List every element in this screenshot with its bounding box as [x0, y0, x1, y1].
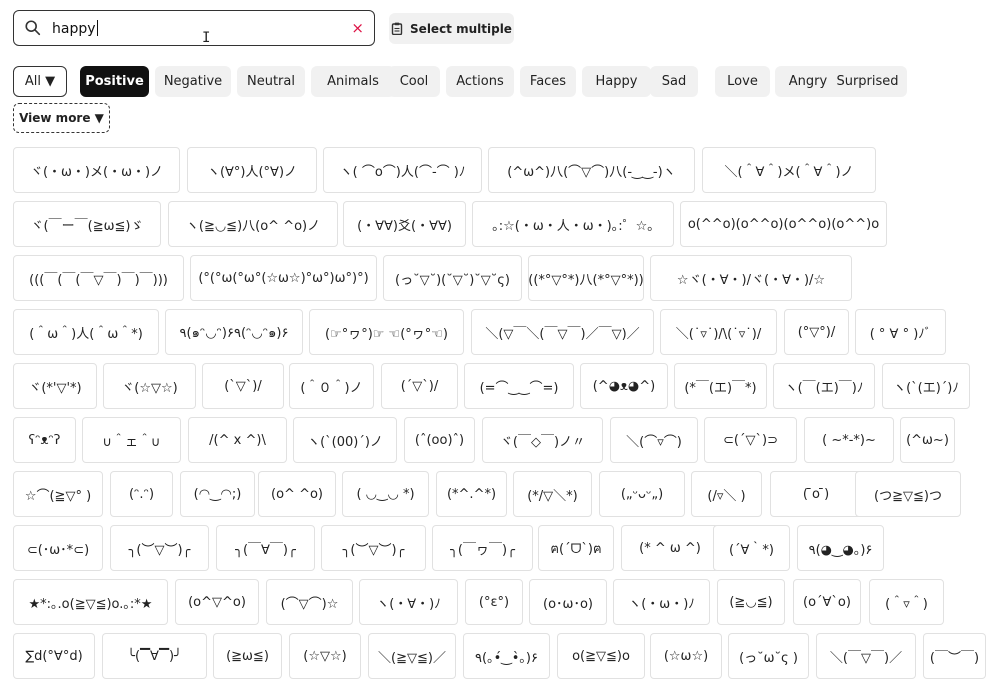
kaomoji-card[interactable]: ฅ(ˊᗜˋ)ฅ [538, 525, 614, 571]
kaomoji-card[interactable]: ＼(＾∀＾)メ(＾∀＾)ノ [702, 147, 876, 193]
kaomoji-card[interactable]: ʕᵔᴥᵔʔ [13, 417, 76, 463]
kaomoji-card[interactable]: (^ω^)八(⌒▽⌒)八(-‿‿-)ヽ [488, 147, 695, 193]
kaomoji-card[interactable]: ヾ(￣ー￣(≧ω≦)ゞ [13, 201, 161, 247]
kaomoji-card[interactable]: (´▽`)/ [381, 363, 458, 409]
kaomoji-card[interactable]: (・∀∀)爻(・∀∀) [343, 201, 466, 247]
kaomoji-card[interactable]: ＼(⌒▿⌒) [610, 417, 698, 463]
kaomoji-card[interactable]: ☆ヾ(・∀・)/ヾ(・∀・)/☆ [650, 255, 852, 301]
kaomoji-card[interactable]: ( ~*-*)~ [804, 417, 894, 463]
kaomoji-card[interactable]: (^ω~) [900, 417, 955, 463]
kaomoji-card[interactable]: ★*:｡.o(≧▽≦)o.｡:*★ [13, 579, 168, 625]
kaomoji-card[interactable]: ( ◡‿◡ *) [342, 471, 429, 517]
kaomoji-card[interactable]: (=⌒‿‿⌒=) [464, 363, 574, 409]
kaomoji-card[interactable]: (＾ω＾)人(＾ω＾*) [13, 309, 159, 355]
kaomoji-card[interactable]: (ˋ▽ˋ)/ [202, 363, 284, 409]
kaomoji-card[interactable]: (*^.^*) [436, 471, 507, 517]
kaomoji-card[interactable]: (⌒▽⌒)☆ [266, 579, 353, 625]
kaomoji-card[interactable]: (o･ω･o) [529, 579, 607, 625]
kaomoji-card[interactable]: (*￣(エ)￣*) [674, 363, 767, 409]
kaomoji-card[interactable]: ＼(￣▽￣)／ [816, 633, 916, 679]
kaomoji-card[interactable]: ヾ(￣◇￣)ノ〃 [482, 417, 603, 463]
kaomoji-card[interactable]: (o^▽^o) [175, 579, 259, 625]
kaomoji-card[interactable]: ｡:☆(・ω・人・ω・)｡:゜☆｡ [472, 201, 674, 247]
kaomoji-card[interactable]: ٩(｡•́‿•̀｡)۶ [463, 633, 550, 679]
kaomoji-card[interactable]: ヽ( ⌒o⌒)人(⌒-⌒ )ﾉ [323, 147, 482, 193]
kaomoji-card[interactable]: ヽ(ˋ(エ)ˊ)ﾉ [882, 363, 970, 409]
kaomoji-card[interactable]: o(≧▽≦)o [557, 633, 645, 679]
kaomoji-card[interactable]: (☞°ヮ°)☞ ☜(°ヮ°☜) [309, 309, 464, 355]
kaomoji-card[interactable]: (☆ω☆) [650, 633, 722, 679]
kaomoji-card[interactable]: (つ≧▽≦)つ [855, 471, 961, 517]
kaomoji-card[interactable]: (o^ ^o) [258, 471, 336, 517]
kaomoji-card[interactable]: („ᵕᴗᵕ„) [599, 471, 685, 517]
kaomoji-card[interactable]: (￣︶￣) [923, 633, 986, 679]
kaomoji-card[interactable]: (≧ω≦) [213, 633, 282, 679]
kaomoji-card[interactable]: /(^ x ^)\ [188, 417, 287, 463]
kaomoji-card[interactable]: (≧◡≦) [717, 579, 785, 625]
kaomoji-card[interactable]: (☆▽☆) [289, 633, 361, 679]
kaomoji-card[interactable]: (っ˘▽˘)(˘▽˘)˘▽˘ς) [383, 255, 522, 301]
kaomoji-card[interactable]: (＾０＾)ノ [289, 363, 374, 409]
kaomoji-card[interactable]: ヽ(≧◡≦)八(o^ ^o)ノ [168, 201, 338, 247]
kaomoji-card[interactable]: (o´∀`o) [793, 579, 861, 625]
kaomoji-card[interactable]: ╮(︶▽︶)╭ [321, 525, 426, 571]
kaomoji-card[interactable]: (*/▽＼*) [513, 471, 592, 517]
kaomoji-card[interactable]: ╮(￣ヮ￣)╭ [432, 525, 533, 571]
kaomoji-card[interactable]: ☆⌒(≧▽° ) [13, 471, 103, 517]
kaomoji-grid: ヾ(・ω・)メ(・ω・)ノ ヽ(∀°)人(°∀)ノ ヽ( ⌒o⌒)人(⌒-⌒ )ﾉ(… [0, 0, 1000, 683]
kaomoji-card[interactable]: ╮(︶▽︶)╭ [110, 525, 209, 571]
kaomoji-card[interactable]: (っ˘ω˘ς ) [728, 633, 809, 679]
kaomoji-card[interactable]: ∑d(°∀°d) [13, 633, 95, 679]
kaomoji-card[interactable]: (ˆ(oo)ˆ) [404, 417, 475, 463]
kaomoji-card[interactable]: ヾ(*'▽'*) [13, 363, 97, 409]
kaomoji-card[interactable]: (＾▿＾) [869, 579, 944, 625]
kaomoji-card[interactable]: (/▿＼ ) [691, 471, 762, 517]
kaomoji-card[interactable]: ＼(≧▽≦)／ [368, 633, 456, 679]
kaomoji-card[interactable]: (◠‿◠;) [180, 471, 255, 517]
kaomoji-card[interactable]: ヾ(☆▽☆) [103, 363, 196, 409]
kaomoji-card[interactable]: ∪＾ェ＾∪ [82, 417, 181, 463]
kaomoji-card[interactable]: ٩(◕‿◕｡)۶ [797, 525, 884, 571]
kaomoji-card[interactable]: ＼(▽￣＼(￣▽￣)／￣▽)／ [471, 309, 654, 355]
kaomoji-card[interactable]: (ᵔ.ᵔ) [110, 471, 173, 517]
kaomoji-card[interactable]: ( ̄o ̄) [770, 471, 862, 517]
kaomoji-card[interactable]: ヾ(・ω・)メ(・ω・)ノ [13, 147, 180, 193]
kaomoji-card[interactable]: ╮(￣∀￣)╭ [216, 525, 315, 571]
kaomoji-card[interactable]: (°ε°) [465, 579, 523, 625]
kaomoji-card[interactable]: (((￣(￣(￣▽￣)￣)￣))) [13, 255, 184, 301]
kaomoji-card[interactable]: (°▽°)/ [784, 309, 849, 355]
kaomoji-card[interactable]: ⊂(･ω･*⊂) [13, 525, 103, 571]
kaomoji-card[interactable]: (* ^ ω ^) [621, 525, 719, 571]
kaomoji-card[interactable]: (°(°ω(°ω°(☆ω☆)°ω°)ω°)°) [190, 255, 377, 301]
kaomoji-card[interactable]: (^◕ᴥ◕^) [580, 363, 668, 409]
kaomoji-card[interactable]: ヽ(・∀・)ﾉ [359, 579, 458, 625]
kaomoji-card[interactable]: ヽ(￣(エ)￣)ﾉ [773, 363, 875, 409]
kaomoji-card[interactable]: (((*°▽°*)八(*°▽°*))) [528, 255, 644, 301]
kaomoji-card[interactable]: ⊂(´▽`)⊃ [704, 417, 797, 463]
kaomoji-card[interactable]: ヽ(・ω・)ﾉ [613, 579, 710, 625]
kaomoji-card[interactable]: ╰(▔∀▔)╯ [102, 633, 207, 679]
kaomoji-card[interactable]: ヽ(ˋ(00)ˊ)ノ [293, 417, 397, 463]
kaomoji-card[interactable]: o(^^o)(o^^o)(o^^o)(o^^)o [680, 201, 887, 247]
kaomoji-card[interactable]: ＼(˙▿˙)/\(˙▿˙)/ [660, 309, 777, 355]
kaomoji-card[interactable]: ヽ(∀°)人(°∀)ノ [187, 147, 317, 193]
kaomoji-card[interactable]: ٩(๑ᵔ◡ᵔ)۶٩(ᵔ◡ᵔ๑)۶ [165, 309, 303, 355]
kaomoji-card[interactable]: (´∀｀*) [713, 525, 790, 571]
kaomoji-card[interactable]: ( ° ∀ ° )ﾉﾞ [855, 309, 946, 355]
